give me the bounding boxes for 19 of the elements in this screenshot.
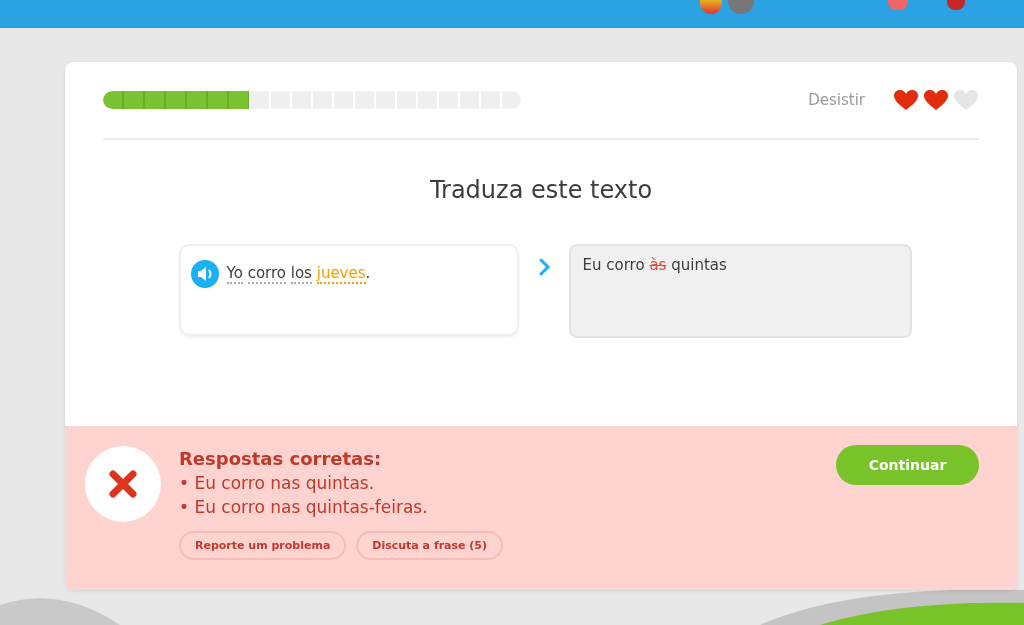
- flag-icon[interactable]: [700, 0, 722, 14]
- speaker-icon[interactable]: [190, 260, 219, 288]
- correct-answer: • Eu corro nas quintas-feiras.: [179, 497, 429, 517]
- word[interactable]: corro: [247, 264, 286, 284]
- continue-button[interactable]: Continuar: [836, 445, 979, 485]
- feedback-button[interactable]: Discuta a frase (5): [356, 531, 504, 560]
- avatar-icon[interactable]: [728, 0, 754, 14]
- word[interactable]: Yo: [226, 264, 243, 284]
- correct-answer: • Eu corro nas quintas.: [179, 473, 376, 493]
- feedback-button[interactable]: Reporte um problema: [179, 531, 347, 560]
- chevron-right-icon: [538, 258, 551, 276]
- cross-icon: [108, 469, 138, 499]
- punctuation: .: [365, 264, 371, 282]
- word[interactable]: los: [290, 264, 312, 284]
- answer-field[interactable]: Eu corro às quintas: [568, 244, 912, 338]
- feedback-title: Respostas corretas:: [179, 448, 383, 469]
- exercise-title: Traduza este texto: [428, 176, 654, 204]
- quit-link[interactable]: Desistir: [808, 91, 865, 109]
- word[interactable]: jueves: [316, 264, 366, 284]
